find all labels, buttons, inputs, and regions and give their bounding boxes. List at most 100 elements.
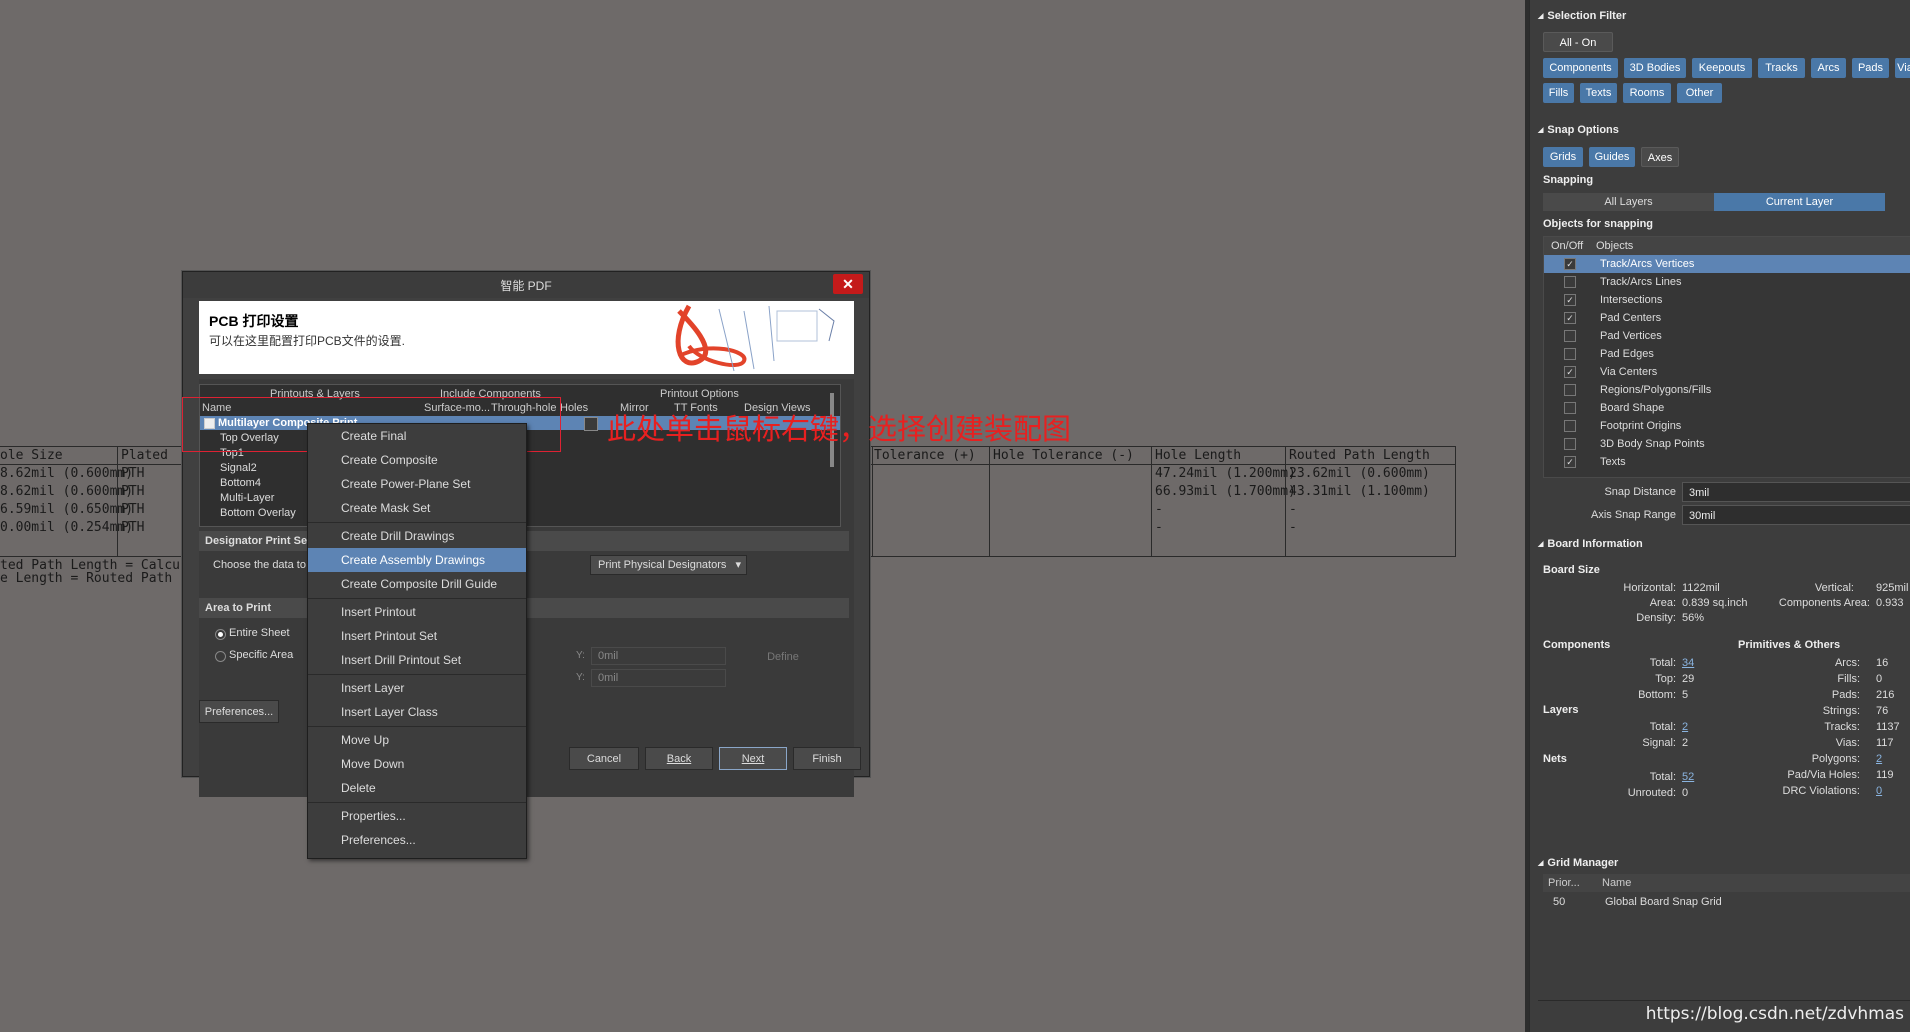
menu-properties[interactable]: Properties... xyxy=(308,804,526,828)
tree-item[interactable]: Bottom Overlay xyxy=(220,507,296,519)
filter-other[interactable]: Other xyxy=(1677,83,1722,103)
comp-bottom-value: 5 xyxy=(1682,689,1689,701)
checkbox[interactable] xyxy=(1564,330,1576,342)
object-name: Pad Centers xyxy=(1600,312,1662,324)
object-name: 3D Body Snap Points xyxy=(1600,438,1705,450)
y1-field[interactable]: 0mil xyxy=(591,647,726,665)
nets-total-label: Total: xyxy=(1649,771,1676,783)
designator-select[interactable]: Print Physical Designators ▾ xyxy=(590,555,747,575)
board-information-header[interactable]: Board Information xyxy=(1538,538,1642,550)
cancel-button[interactable]: Cancel xyxy=(569,747,639,770)
drc-violations-value[interactable]: 0 xyxy=(1876,785,1882,797)
table-row[interactable]: ✓ Track/Arcs Vertices xyxy=(1544,255,1910,273)
checkbox[interactable] xyxy=(1564,384,1576,396)
table-row[interactable]: 3D Body Snap Points xyxy=(1544,435,1910,453)
menu-insert-layer-class[interactable]: Insert Layer Class xyxy=(308,700,526,724)
entire-sheet-label: Entire Sheet xyxy=(229,627,290,639)
grid-manager-header[interactable]: Grid Manager xyxy=(1538,857,1618,869)
table-row[interactable]: ✓ Intersections xyxy=(1544,291,1910,309)
snap-guides[interactable]: Guides xyxy=(1589,147,1635,167)
menu-insert-drill-printout-set[interactable]: Insert Drill Printout Set xyxy=(308,648,526,672)
table-row[interactable]: Regions/Polygons/Fills xyxy=(1544,381,1910,399)
filter-tracks[interactable]: Tracks xyxy=(1758,58,1805,78)
all-layers-toggle[interactable]: All Layers xyxy=(1543,193,1714,211)
menu-create-power-plane-set[interactable]: Create Power-Plane Set xyxy=(308,472,526,496)
table-cell: 23.62mil (0.600mm) xyxy=(1289,466,1430,481)
checkbox[interactable]: ✓ xyxy=(1564,366,1576,378)
checkbox[interactable] xyxy=(1564,438,1576,450)
table-row[interactable]: ✓ Via Centers xyxy=(1544,363,1910,381)
all-on-button[interactable]: All - On xyxy=(1543,32,1613,52)
snap-grids[interactable]: Grids xyxy=(1543,147,1583,167)
tree-item[interactable]: Bottom4 xyxy=(220,477,261,489)
tree-item[interactable]: Multi-Layer xyxy=(220,492,274,504)
preferences-button[interactable]: Preferences... xyxy=(199,700,279,723)
menu-preferences[interactable]: Preferences... xyxy=(308,828,526,852)
define-button[interactable]: Define xyxy=(744,647,822,667)
filter-keepouts[interactable]: Keepouts xyxy=(1692,58,1752,78)
checkbox[interactable]: ✓ xyxy=(1564,294,1576,306)
table-row[interactable]: Track/Arcs Lines xyxy=(1544,273,1910,291)
checkbox[interactable]: ✓ xyxy=(1564,456,1576,468)
menu-move-down[interactable]: Move Down xyxy=(308,752,526,776)
snap-distance-input[interactable]: 3mil xyxy=(1682,482,1910,502)
tree-item[interactable]: Signal2 xyxy=(220,462,257,474)
menu-create-composite[interactable]: Create Composite xyxy=(308,448,526,472)
table-cell: 47.24mil (1.200mm) xyxy=(1155,466,1296,481)
entire-sheet-radio[interactable] xyxy=(215,629,226,640)
layers-label: Layers xyxy=(1543,704,1579,716)
filter-vias[interactable]: Via xyxy=(1895,58,1910,78)
filter-3d-bodies[interactable]: 3D Bodies xyxy=(1624,58,1686,78)
polygons-value[interactable]: 2 xyxy=(1876,753,1882,765)
menu-insert-layer[interactable]: Insert Layer xyxy=(308,676,526,700)
menu-create-mask-set[interactable]: Create Mask Set xyxy=(308,496,526,520)
comp-total-value[interactable]: 34 xyxy=(1682,657,1694,669)
y2-field[interactable]: 0mil xyxy=(591,669,726,687)
menu-move-up[interactable]: Move Up xyxy=(308,728,526,752)
filter-fills[interactable]: Fills xyxy=(1543,83,1574,103)
holes-checkbox[interactable] xyxy=(584,417,598,431)
chevron-down-icon: ▾ xyxy=(735,559,741,571)
filter-pads[interactable]: Pads xyxy=(1852,58,1889,78)
current-layer-toggle[interactable]: Current Layer xyxy=(1714,193,1885,211)
menu-create-composite-drill-guide[interactable]: Create Composite Drill Guide xyxy=(308,572,526,596)
table-row[interactable]: Pad Vertices xyxy=(1544,327,1910,345)
finish-button[interactable]: Finish xyxy=(793,747,861,770)
filter-texts[interactable]: Texts xyxy=(1580,83,1617,103)
menu-insert-printout[interactable]: Insert Printout xyxy=(308,600,526,624)
menu-create-assembly-drawings[interactable]: Create Assembly Drawings xyxy=(308,548,526,572)
filter-rooms[interactable]: Rooms xyxy=(1623,83,1671,103)
next-button[interactable]: Next xyxy=(719,747,787,770)
menu-insert-printout-set[interactable]: Insert Printout Set xyxy=(308,624,526,648)
watermark: https://blog.csdn.net/zdvhmas xyxy=(1645,1004,1904,1024)
table-border xyxy=(1455,446,1456,556)
grid-row[interactable]: 50 Global Board Snap Grid xyxy=(1543,893,1910,911)
menu-delete[interactable]: Delete xyxy=(308,776,526,800)
checkbox[interactable] xyxy=(1564,348,1576,360)
checkbox[interactable] xyxy=(1564,276,1576,288)
menu-create-final[interactable]: Create Final xyxy=(308,424,526,448)
table-row[interactable]: ✓ Pad Centers xyxy=(1544,309,1910,327)
table-row[interactable]: Footprint Origins xyxy=(1544,417,1910,435)
snap-axes[interactable]: Axes xyxy=(1641,147,1679,167)
checkbox[interactable] xyxy=(1564,402,1576,414)
close-button[interactable]: ✕ xyxy=(833,274,863,294)
axis-snap-input[interactable]: 30mil xyxy=(1682,505,1910,525)
snap-options-header[interactable]: Snap Options xyxy=(1538,124,1619,136)
selection-filter-header[interactable]: Selection Filter xyxy=(1538,10,1626,22)
checkbox[interactable] xyxy=(1564,420,1576,432)
table-row[interactable]: ✓ Texts xyxy=(1544,453,1910,471)
back-button[interactable]: Back xyxy=(645,747,713,770)
nets-total-value[interactable]: 52 xyxy=(1682,771,1694,783)
checkbox[interactable]: ✓ xyxy=(1564,312,1576,324)
checkbox[interactable]: ✓ xyxy=(1564,258,1576,270)
specific-area-radio[interactable] xyxy=(215,651,226,662)
nets-unrouted-value: 0 xyxy=(1682,787,1689,799)
filter-components[interactable]: Components xyxy=(1543,58,1618,78)
layers-total-value[interactable]: 2 xyxy=(1682,721,1688,733)
table-row[interactable]: Board Shape xyxy=(1544,399,1910,417)
snapping-label: Snapping xyxy=(1543,174,1594,186)
menu-create-drill-drawings[interactable]: Create Drill Drawings xyxy=(308,524,526,548)
table-row[interactable]: Pad Edges xyxy=(1544,345,1910,363)
filter-arcs[interactable]: Arcs xyxy=(1811,58,1846,78)
